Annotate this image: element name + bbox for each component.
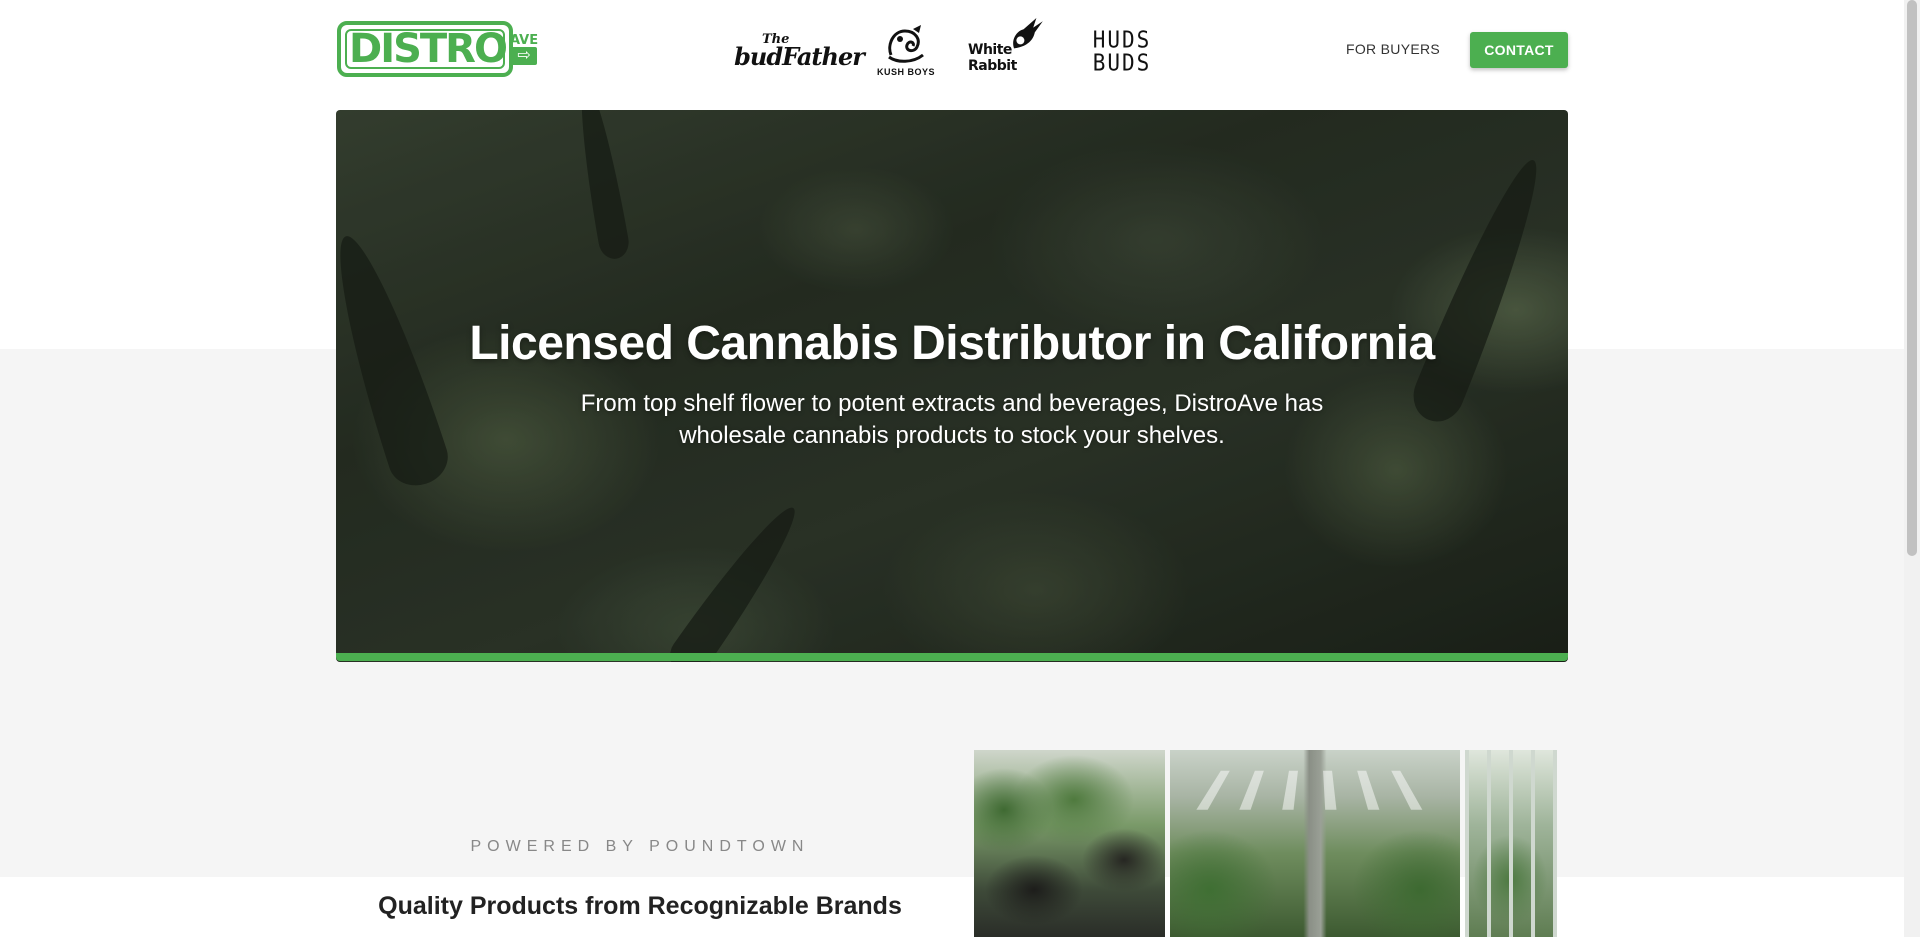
huds-buds-logo-line2: BUDS	[1092, 49, 1152, 77]
budfather-logo-line2: budFather	[734, 42, 865, 71]
greenhouse-lights	[1196, 770, 1434, 810]
logo-wordmark: DISTRO	[349, 26, 508, 72]
hero-banner: Licensed Cannabis Distributor in Califor…	[336, 110, 1568, 662]
scrollbar-thumb[interactable]	[1907, 0, 1917, 556]
kush-boys-mark-icon	[888, 25, 924, 63]
hero-title: Licensed Cannabis Distributor in Califor…	[469, 317, 1435, 370]
section-heading: Quality Products from Recognizable Brand…	[378, 892, 902, 920]
white-rabbit-logo[interactable]: White Rabbit	[968, 18, 1064, 74]
section-eyebrow: POWERED BY POUNDTOWN	[470, 838, 810, 855]
budfather-logo[interactable]: The budFather	[734, 30, 865, 72]
kush-boys-logo-text: KUSH BOYS	[876, 67, 935, 77]
white-rabbit-logo-text: White Rabbit	[968, 42, 1017, 74]
grow-photo-grow-racks	[1465, 750, 1557, 937]
nav-link-for-buyers[interactable]: FOR BUYERS	[1346, 38, 1440, 60]
hero-accent-bar	[336, 653, 1568, 661]
logo-ave-text: AVE	[509, 32, 539, 48]
hero-subtitle: From top shelf flower to potent extracts…	[580, 390, 1324, 449]
huds-buds-logo[interactable]: HUDS BUDS	[1092, 27, 1152, 77]
grow-photo-potted-plants	[974, 750, 1165, 937]
distroave-logo[interactable]: DISTRO AVE ⇨	[337, 21, 538, 77]
logo-arrow-icon: ⇨	[511, 46, 538, 65]
grow-photo-greenhouse-aisle	[1170, 750, 1460, 937]
hero-overlay	[336, 110, 1568, 662]
contact-button[interactable]: CONTACT	[1470, 32, 1568, 68]
logo-side: AVE ⇨	[510, 34, 538, 65]
kush-boys-logo[interactable]: KUSH BOYS	[873, 20, 939, 82]
